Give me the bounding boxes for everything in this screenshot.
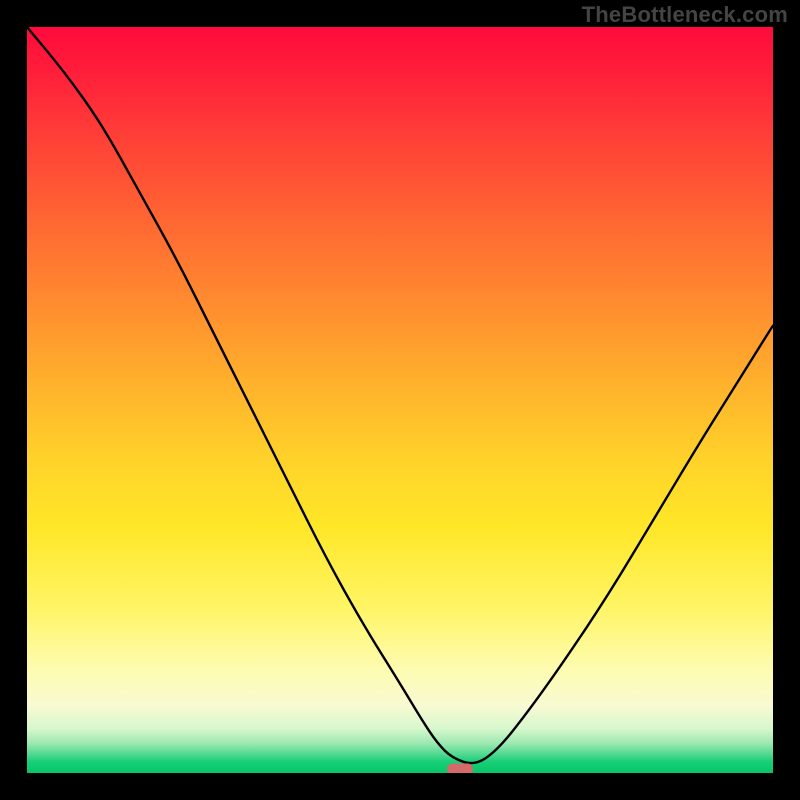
watermark-text: TheBottleneck.com: [582, 2, 788, 28]
optimal-point-marker: [447, 764, 473, 773]
bottleneck-curve: [27, 27, 773, 773]
plot-area: [27, 27, 773, 773]
chart-frame: TheBottleneck.com: [0, 0, 800, 800]
curve-path: [27, 27, 773, 763]
